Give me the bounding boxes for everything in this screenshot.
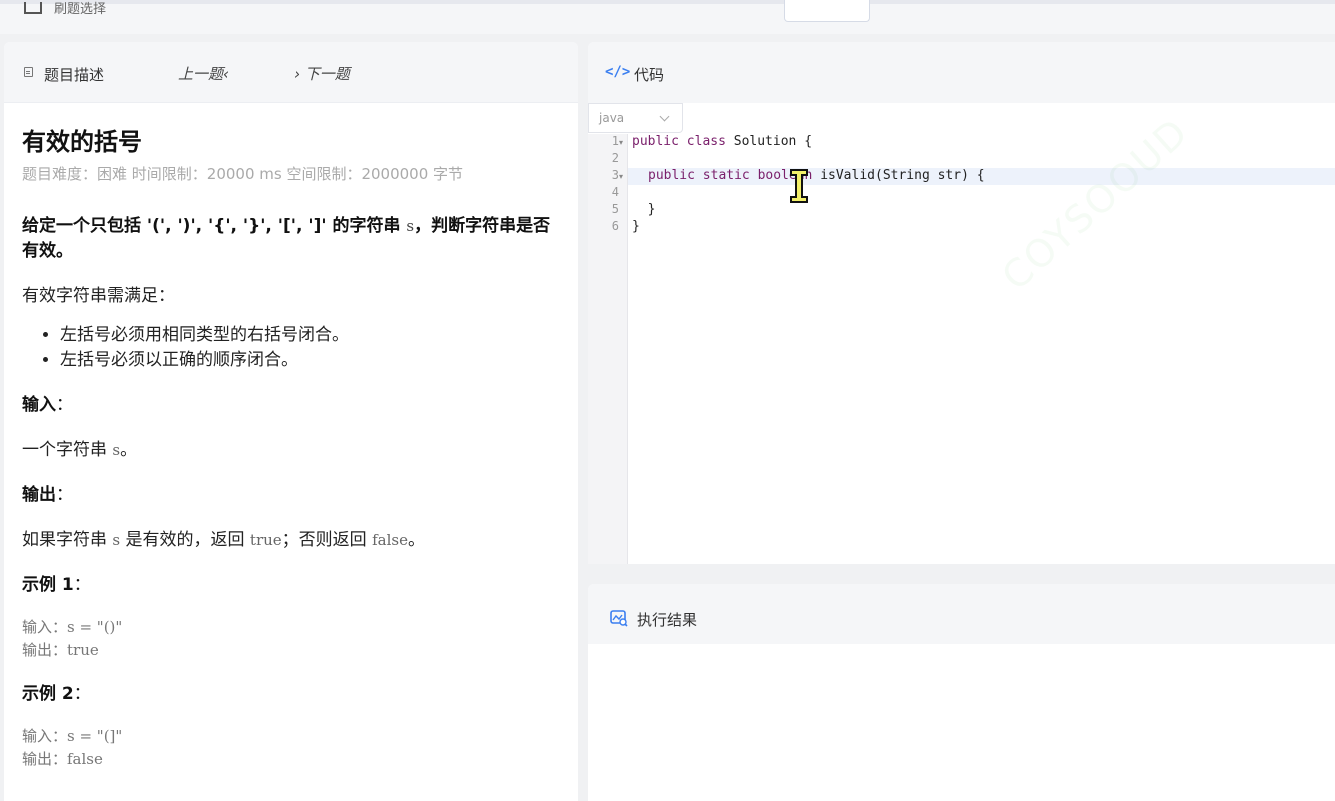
- result-panel-header: 执行结果: [588, 584, 1335, 644]
- line-number: 6: [611, 219, 619, 233]
- output-heading: 输出：: [22, 485, 73, 505]
- line-number: 2: [611, 151, 619, 165]
- example-1-body: 输入：s = "()" 输出：true: [22, 618, 123, 659]
- rules-list: 左括号必须用相同类型的右括号闭合。 左括号必须以正确的顺序闭合。: [22, 323, 560, 373]
- top-bar: 刷题选择: [0, 0, 1335, 34]
- line-number: 5: [611, 202, 619, 216]
- line-number: 1: [611, 134, 619, 148]
- result-panel-title: 执行结果: [637, 611, 698, 629]
- previous-problem-button[interactable]: 上一题‹: [178, 63, 229, 84]
- language-select-value: java: [599, 111, 625, 125]
- document-icon: [24, 67, 33, 77]
- code-line-5[interactable]: }: [632, 202, 656, 217]
- chevron-down-icon: [659, 111, 670, 122]
- top-bar-button[interactable]: [784, 0, 870, 22]
- example-2-body: 输入：s = "(]" 输出：false: [22, 727, 123, 768]
- code-panel-title: 代码: [634, 66, 665, 84]
- fold-arrow-icon[interactable]: ▾: [619, 138, 623, 147]
- code-icon: </>: [605, 64, 631, 80]
- problem-title: 有效的括号: [22, 128, 142, 156]
- line-number: 4: [611, 185, 619, 199]
- input-heading: 输入：: [22, 395, 73, 415]
- problem-content: 有效的括号 题目难度：困难 时间限制：20000 ms 空间限制：2000000…: [4, 103, 578, 771]
- fold-arrow-icon[interactable]: ▾: [619, 172, 623, 181]
- problem-meta: 题目难度：困难 时间限制：20000 ms 空间限制：2000000 字节: [22, 165, 464, 183]
- rules-intro: 有效字符串需满足：: [22, 286, 175, 306]
- code-panel: </> 代码 java 1 2 3 4 5 6 ▾ ▾ public class…: [588, 42, 1335, 564]
- list-item: 左括号必须用相同类型的右括号闭合。: [60, 323, 560, 348]
- example-2-heading: 示例 2：: [22, 684, 91, 704]
- code-line-3[interactable]: public static boolean isValid(String str…: [648, 168, 985, 183]
- problem-panel: 题目描述 上一题‹ › 下一题 有效的括号 题目难度：困难 时间限制：20000…: [4, 42, 578, 801]
- line-number: 3: [611, 168, 619, 182]
- result-panel: 执行结果: [588, 584, 1335, 801]
- menu-icon[interactable]: [24, 2, 42, 14]
- line-number-gutter: 1 2 3 4 5 6 ▾ ▾: [588, 134, 628, 564]
- language-select[interactable]: java: [588, 103, 683, 133]
- code-line-6[interactable]: }: [632, 219, 640, 234]
- example-1-heading: 示例 1：: [22, 575, 91, 595]
- list-item: 左括号必须以正确的顺序闭合。: [60, 348, 560, 373]
- next-problem-button[interactable]: › 下一题: [294, 63, 350, 84]
- text-cursor-icon: [790, 169, 808, 203]
- tab-problem-description[interactable]: 题目描述: [44, 64, 104, 85]
- top-bar-title: 刷题选择: [54, 2, 107, 17]
- watermark: COYSOOUD: [993, 109, 1198, 299]
- result-icon: [610, 610, 628, 627]
- input-description: 一个字符串 s。: [22, 440, 138, 460]
- output-description: 如果字符串 s 是有效的，返回 true；否则返回 false。: [22, 530, 425, 550]
- code-panel-header: </> 代码: [588, 42, 1335, 103]
- problem-statement: 给定一个只包括 '(', ')', '{', '}', '[', ']' 的字符…: [22, 216, 551, 261]
- code-line-1[interactable]: public class Solution {: [632, 134, 812, 149]
- problem-panel-header: 题目描述 上一题‹ › 下一题: [4, 42, 578, 103]
